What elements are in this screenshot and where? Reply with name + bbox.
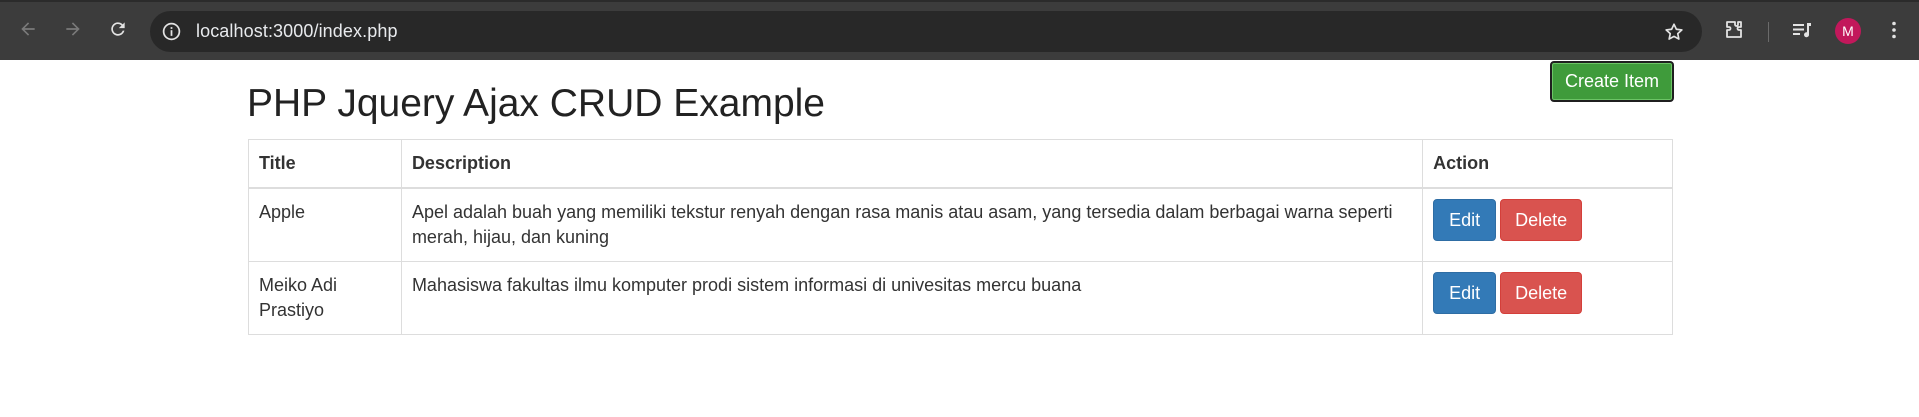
forward-button[interactable] xyxy=(58,14,88,44)
forward-arrow-icon xyxy=(66,22,80,36)
extensions-icon[interactable] xyxy=(1722,18,1746,42)
media-controls-icon[interactable] xyxy=(1790,18,1814,42)
table-header-row: Title Description Action xyxy=(248,139,1673,189)
cell-action: Edit Delete xyxy=(1422,187,1673,262)
back-arrow-icon xyxy=(21,22,35,36)
delete-button[interactable]: Delete xyxy=(1500,272,1583,314)
cell-action: Edit Delete xyxy=(1422,261,1673,335)
edit-button[interactable]: Edit xyxy=(1433,199,1497,241)
cell-description: Apel adalah buah yang memiliki tekstur r… xyxy=(400,187,1424,262)
delete-button[interactable]: Delete xyxy=(1500,199,1583,241)
column-header-description: Description xyxy=(400,139,1424,189)
column-header-title: Title xyxy=(248,139,402,189)
edit-button[interactable]: Edit xyxy=(1433,272,1497,314)
back-button[interactable] xyxy=(13,14,43,44)
site-info-icon[interactable] xyxy=(161,21,182,42)
bookmark-star-icon[interactable] xyxy=(1663,21,1685,43)
url-text[interactable]: localhost:3000/index.php xyxy=(196,21,398,42)
page-title: PHP Jquery Ajax CRUD Example xyxy=(247,82,825,125)
address-bar[interactable]: localhost:3000/index.php xyxy=(150,11,1702,52)
cell-description: Mahasiswa fakultas ilmu komputer prodi s… xyxy=(400,261,1424,335)
table-row: Apple Apel adalah buah yang memiliki tek… xyxy=(248,187,1673,262)
browser-toolbar: localhost:3000/index.php M xyxy=(0,0,1919,60)
reload-button[interactable] xyxy=(103,14,133,44)
kebab-menu-icon[interactable] xyxy=(1882,18,1906,42)
profile-avatar[interactable]: M xyxy=(1835,18,1861,44)
column-header-action: Action xyxy=(1422,139,1673,189)
items-table: Title Description Action Apple Apel adal… xyxy=(248,139,1673,335)
cell-title: Apple xyxy=(248,187,402,262)
toolbar-divider xyxy=(1768,22,1769,42)
create-item-button[interactable]: Create Item xyxy=(1550,61,1674,102)
table-row: Meiko Adi Prastiyo Mahasiswa fakultas il… xyxy=(248,261,1673,335)
cell-title: Meiko Adi Prastiyo xyxy=(248,261,402,335)
reload-icon xyxy=(111,22,125,36)
